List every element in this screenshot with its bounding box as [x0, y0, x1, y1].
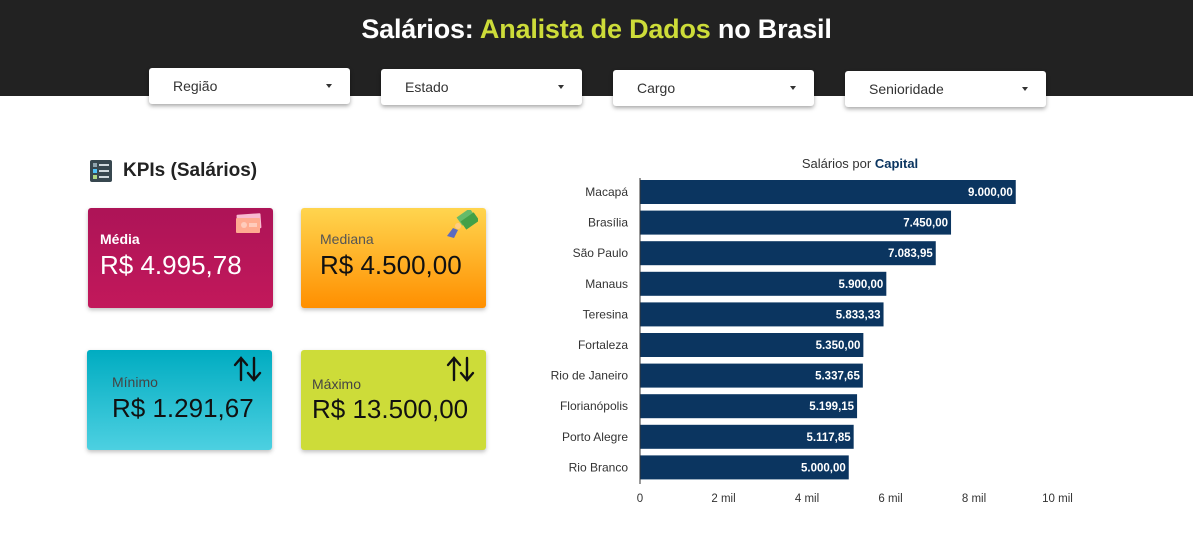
data-label: 5.833,33 [836, 309, 881, 321]
x-tick-label: 2 mil [711, 493, 735, 505]
filter-estado-dropdown[interactable]: Estado [381, 69, 582, 105]
x-tick-label: 0 [637, 493, 643, 505]
kpi-minimo-value: R$ 1.291,67 [112, 393, 254, 423]
filter-estado-label: Estado [405, 79, 449, 95]
data-label: 5.117,85 [807, 432, 852, 444]
x-tick-label: 10 mil [1042, 493, 1073, 505]
kpi-maximo-label: Máximo [312, 376, 362, 392]
filter-senioridade-label: Senioridade [869, 81, 944, 97]
data-label: 5.900,00 [839, 279, 884, 291]
money-bill-icon [236, 213, 262, 233]
kpi-card-minimo: Mínimo R$ 1.291,67 [87, 350, 272, 450]
sort-arrows-icon [233, 356, 262, 382]
category-label: Rio de Janeiro [551, 369, 629, 383]
chart-title-emphasis: Capital [874, 156, 919, 171]
data-label: 7.450,00 [903, 218, 948, 230]
filter-regiao-dropdown[interactable]: Região [149, 68, 350, 104]
filter-cargo-label: Cargo [637, 80, 676, 96]
kpi-card-mediana: Mediana R$ 4.500,00 [301, 208, 486, 308]
x-tick-label: 6 mil [878, 493, 902, 505]
title-prefix: Salários: [361, 14, 474, 44]
dashboard-list-icon [90, 160, 112, 182]
kpi-section-heading: KPIs (Salários) [90, 160, 257, 182]
chart-title: Salários por Capital [560, 156, 1160, 171]
kpi-mediana-label: Mediana [320, 231, 374, 247]
x-tick-label: 4 mil [795, 493, 819, 505]
kpi-section-title: KPIs (Salários) [123, 160, 258, 181]
data-label: 9.000,00 [968, 187, 1013, 199]
chevron-down-icon [326, 84, 332, 88]
category-label: Rio Branco [569, 460, 629, 474]
category-label: Manaus [585, 277, 628, 291]
category-label: Brasília [588, 216, 628, 230]
chart-bar [640, 180, 1016, 204]
filter-senioridade-dropdown[interactable]: Senioridade [845, 71, 1046, 107]
category-label: Florianópolis [560, 399, 628, 413]
money-hand-icon [447, 210, 478, 238]
category-label: Teresina [583, 307, 629, 321]
sort-arrows-icon [446, 356, 475, 382]
page-title: Salários: Analista de Dados no Brasil [0, 14, 1193, 45]
kpi-mediana-value: R$ 4.500,00 [320, 250, 462, 280]
salary-by-capital-bar-chart: Macapá 9.000,00 Brasília 7.450,00 São Paulo 7… [551, 178, 1073, 505]
kpi-maximo-value: R$ 13.500,00 [312, 394, 469, 424]
filter-cargo-dropdown[interactable]: Cargo [613, 70, 814, 106]
category-label: São Paulo [573, 246, 629, 260]
data-label: 5.000,00 [801, 462, 846, 474]
data-label: 5.350,00 [816, 340, 861, 352]
data-label: 7.083,95 [888, 248, 933, 260]
kpi-media-label: Média [100, 231, 140, 247]
chevron-down-icon [790, 86, 796, 90]
kpi-card-media: Média R$ 4.995,78 [88, 208, 273, 308]
x-tick-label: 8 mil [962, 493, 986, 505]
category-label: Fortaleza [578, 338, 628, 352]
kpi-minimo-label: Mínimo [112, 374, 158, 390]
data-label: 5.199,15 [809, 401, 854, 413]
title-suffix: no Brasil [717, 14, 832, 44]
chart-title-prefix: Salários por [801, 156, 872, 171]
chevron-down-icon [558, 85, 564, 89]
category-label: Porto Alegre [562, 430, 628, 444]
chevron-down-icon [1022, 87, 1028, 91]
title-accent: Analista de Dados [479, 14, 711, 44]
data-label: 5.337,65 [815, 371, 860, 383]
category-label: Macapá [585, 185, 628, 199]
kpi-media-value: R$ 4.995,78 [100, 250, 242, 280]
kpi-card-maximo: Máximo R$ 13.500,00 [301, 350, 486, 450]
filter-regiao-label: Região [173, 78, 218, 94]
